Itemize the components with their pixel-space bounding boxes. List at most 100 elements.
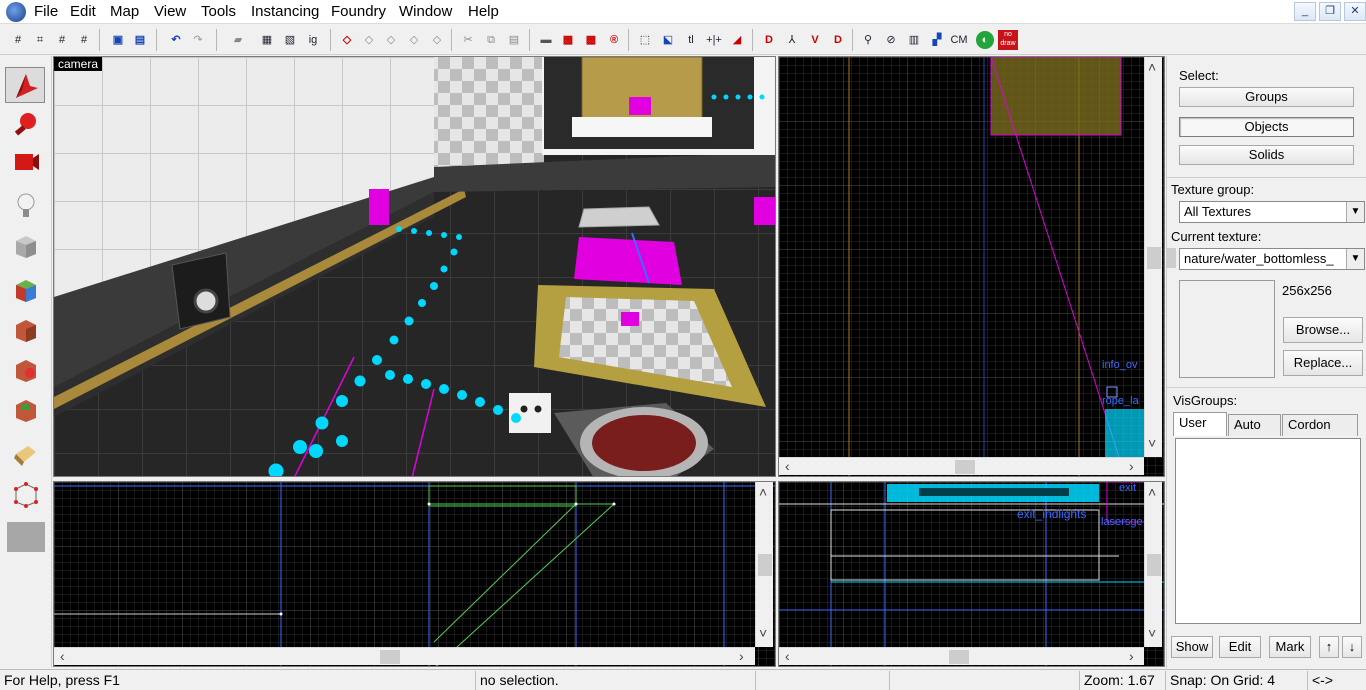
tool-label-icon[interactable]: tl (681, 30, 701, 50)
edit-visgroup-button[interactable]: Edit (1219, 636, 1261, 658)
mark-button[interactable]: Mark (1269, 636, 1311, 658)
chevron-down-icon[interactable]: ▼ (1346, 202, 1364, 222)
block-tool[interactable] (5, 227, 45, 263)
menu-help[interactable]: Help (464, 3, 503, 20)
ignore-groups-icon[interactable]: ig (303, 30, 323, 50)
entity-tool-icon[interactable]: ⅄ (782, 30, 802, 50)
move-down-icon[interactable]: ↓ (1342, 636, 1362, 658)
cut-icon[interactable]: ✂ (458, 30, 478, 50)
paste-icon[interactable]: ▤ (504, 30, 524, 50)
front-view-viewport[interactable]: ˄ ˅ ‹ › (53, 481, 776, 667)
scroll-left-icon[interactable]: ‹ (60, 648, 65, 664)
menu-foundry[interactable]: Foundry (327, 3, 390, 20)
scroll-thumb[interactable] (1147, 247, 1161, 269)
camera-viewport[interactable]: camera (53, 56, 776, 477)
top-view-hscroll[interactable]: ‹ › (779, 457, 1144, 475)
camera-tool[interactable] (5, 143, 45, 179)
texture-world-icon[interactable]: ◇ (427, 30, 447, 50)
scroll-down-icon[interactable]: ˅ (1148, 625, 1156, 641)
radius-cull-icon[interactable]: ▩ (558, 30, 578, 50)
texture-group-select[interactable]: All Textures ▼ (1179, 201, 1365, 223)
select-groups-button[interactable]: Groups (1179, 87, 1354, 107)
decal-tool-icon[interactable]: D (828, 30, 848, 50)
vertex-tool[interactable] (5, 475, 45, 511)
open-face-edit-icon[interactable]: D (759, 30, 779, 50)
select-solids-button[interactable]: Solids (1179, 145, 1354, 165)
scroll-thumb[interactable] (955, 460, 975, 474)
tab-user[interactable]: User (1173, 412, 1227, 436)
path-tool[interactable] (5, 519, 45, 555)
run-map-icon[interactable]: ® (604, 30, 624, 50)
check-problems-icon[interactable]: ⊘ (881, 30, 901, 50)
ungroup-icon[interactable]: ▤ (130, 30, 150, 50)
hide-selected-icon[interactable]: ▦ (257, 30, 277, 50)
vertex-tool-icon[interactable]: V (805, 30, 825, 50)
instance-icon[interactable]: ▞ (927, 30, 947, 50)
redo-icon[interactable]: ↷ (188, 30, 208, 50)
toggle-grid-icon[interactable]: # (8, 30, 28, 50)
scroll-thumb[interactable] (949, 650, 969, 664)
scroll-down-icon[interactable]: ˅ (1148, 435, 1156, 451)
menu-instancing[interactable]: Instancing (247, 3, 323, 20)
panel-splitter[interactable] (1166, 248, 1176, 268)
cubemap-icon[interactable]: CM (949, 30, 969, 50)
entity-tool[interactable] (5, 187, 45, 223)
front-view-hscroll[interactable]: ‹ › (54, 647, 755, 665)
scroll-right-icon[interactable]: › (1129, 458, 1134, 474)
selection-tool[interactable] (5, 67, 45, 103)
scroll-thumb[interactable] (1147, 554, 1161, 576)
undo-icon[interactable]: ↶ (166, 30, 186, 50)
restore-button[interactable]: ❐ (1319, 2, 1341, 21)
menu-file[interactable]: File (30, 3, 62, 20)
entity-report-icon[interactable]: ⚲ (858, 30, 878, 50)
menu-map[interactable]: Map (106, 3, 143, 20)
side-view-vscroll[interactable]: ˄ ˅ (1144, 482, 1162, 647)
menu-tools[interactable]: Tools (197, 3, 240, 20)
texture-fit-icon[interactable]: ◇ (404, 30, 424, 50)
select-objects-button[interactable]: Objects (1179, 117, 1354, 137)
nodraw-icon[interactable]: no draw (998, 30, 1018, 50)
toggle-3d-grid-icon[interactable]: ⌗ (30, 30, 50, 50)
axis-icon[interactable]: +|+ (704, 30, 724, 50)
decal-tool[interactable] (5, 351, 45, 387)
visgroups-list[interactable] (1175, 438, 1361, 624)
scroll-thumb[interactable] (758, 554, 772, 576)
scroll-right-icon[interactable]: › (739, 648, 744, 664)
magnify-tool[interactable] (5, 105, 45, 141)
apply-texture-tool[interactable] (5, 311, 45, 347)
scroll-down-icon[interactable]: ˅ (759, 625, 767, 641)
close-button[interactable]: ✕ (1344, 2, 1366, 21)
scroll-left-icon[interactable]: ‹ (785, 458, 790, 474)
group-icon[interactable]: ▣ (108, 30, 128, 50)
move-up-icon[interactable]: ↑ (1319, 636, 1339, 658)
front-view-vscroll[interactable]: ˄ ˅ (755, 482, 773, 647)
scroll-up-icon[interactable]: ˄ (759, 484, 767, 500)
larger-grid-icon[interactable]: # (74, 30, 94, 50)
scroll-thumb[interactable] (380, 650, 400, 664)
replace-button[interactable]: Replace... (1283, 350, 1363, 376)
tab-cordon[interactable]: Cordon (1282, 414, 1358, 436)
side-view-hscroll[interactable]: ‹ › (779, 647, 1144, 665)
model-icon[interactable]: ◢ (727, 30, 747, 50)
top-view-viewport[interactable]: info_ov rope_la ˄ ˅ ‹ › (778, 56, 1165, 477)
scroll-up-icon[interactable]: ˄ (1148, 484, 1156, 500)
tab-auto[interactable]: Auto (1228, 414, 1281, 436)
scroll-up-icon[interactable]: ˄ (1148, 59, 1156, 75)
clipping-tool[interactable] (5, 435, 45, 471)
scroll-right-icon[interactable]: › (1129, 648, 1134, 664)
select-by-handle-icon[interactable]: ⬕ (658, 30, 678, 50)
show-all-icon[interactable]: ▧ (280, 30, 300, 50)
minimize-button[interactable]: _ (1294, 2, 1316, 21)
overlay-tool[interactable] (5, 391, 45, 427)
menu-edit[interactable]: Edit (66, 3, 100, 20)
texture-scale-icon[interactable]: ◇ (359, 30, 379, 50)
chevron-down-icon[interactable]: ▼ (1346, 249, 1364, 269)
texture-align-icon[interactable]: ◇ (381, 30, 401, 50)
carve-icon[interactable]: ▰ (228, 30, 248, 50)
texture-tool[interactable] (5, 271, 45, 307)
current-texture-select[interactable]: nature/water_bottomless_ ▼ (1179, 248, 1365, 270)
smaller-grid-icon[interactable]: # (52, 30, 72, 50)
map-info-icon[interactable]: ▥ (904, 30, 924, 50)
menu-window[interactable]: Window (395, 3, 456, 20)
foundry-icon[interactable]: ◐ (976, 31, 994, 49)
